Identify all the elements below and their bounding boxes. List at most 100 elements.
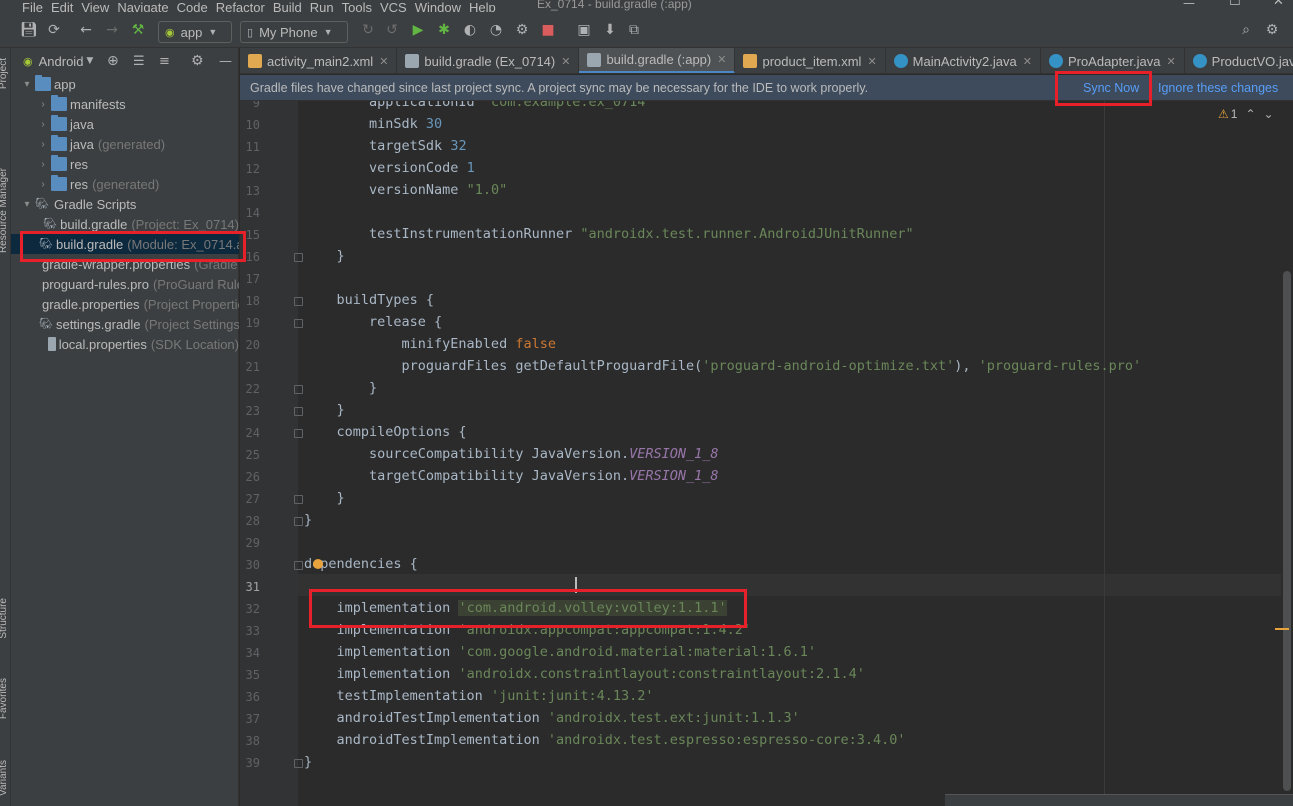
close-tab-icon[interactable]: ✕: [867, 55, 876, 68]
locate-icon[interactable]: ⊕: [107, 53, 119, 69]
tree-item[interactable]: ▾ app: [11, 74, 239, 94]
menu-view[interactable]: View: [81, 1, 109, 13]
run-icon[interactable]: ▶: [410, 22, 426, 38]
maximize-icon[interactable]: ☐: [1229, 0, 1241, 9]
coverage-icon[interactable]: ◐: [462, 22, 478, 38]
previous-highlight-icon[interactable]: ⌃: [1245, 107, 1255, 121]
make-project-icon[interactable]: ⚒: [130, 22, 146, 38]
run-config-select[interactable]: ◉ app ▼: [158, 21, 232, 43]
editor-tab[interactable]: ProductVO.java✕: [1185, 48, 1293, 73]
chevron-right-icon[interactable]: ›: [37, 119, 49, 130]
fold-marker-icon[interactable]: [294, 319, 303, 328]
device-select[interactable]: ▯ My Phone ▼: [240, 21, 348, 43]
tree-item[interactable]: gradle.properties(Project Properties): [11, 294, 239, 314]
menu-file[interactable]: File: [22, 1, 43, 13]
save-icon[interactable]: 💾︎: [20, 22, 38, 38]
intention-bulb-icon[interactable]: [313, 559, 323, 569]
apply-changes-icon[interactable]: ↺: [384, 22, 400, 38]
panel-options-gear-icon[interactable]: ⚙: [191, 53, 204, 69]
menu-vcs[interactable]: VCS: [380, 1, 407, 13]
inspection-widget[interactable]: ⚠ 1 ⌃ ⌄: [1218, 107, 1274, 121]
menu-refactor[interactable]: Refactor: [216, 1, 265, 13]
project-tool-button[interactable]: Project: [0, 58, 9, 89]
editor-tab[interactable]: build.gradle (:app) ✕: [579, 48, 736, 73]
favorites-tool-button[interactable]: Favorites: [0, 678, 9, 719]
menu-help[interactable]: Help: [469, 1, 496, 13]
sdk-manager-icon[interactable]: ⬇: [602, 22, 618, 38]
menu-edit[interactable]: Edit: [51, 1, 73, 13]
settings-gear-icon[interactable]: ⚙: [1264, 22, 1280, 38]
fold-marker-icon[interactable]: [294, 517, 303, 526]
tree-item[interactable]: local.properties (SDK Location): [11, 334, 239, 354]
menu-code[interactable]: Code: [177, 1, 208, 13]
code-token: VERSION_1_8: [629, 468, 719, 484]
tree-item[interactable]: 🐘︎ settings.gradle (Project Settings): [11, 314, 239, 334]
editor-tab[interactable]: activity_main2.xml ✕: [240, 48, 398, 73]
next-highlight-icon[interactable]: ⌄: [1264, 107, 1274, 121]
close-tab-icon[interactable]: ✕: [1023, 55, 1032, 68]
error-stripe-mark[interactable]: [1275, 628, 1289, 630]
menu-navigate[interactable]: Navigate: [117, 1, 168, 13]
attach-debugger-icon[interactable]: ⚙: [514, 22, 530, 38]
fold-marker-icon[interactable]: [294, 253, 303, 262]
minimize-icon[interactable]: —: [1183, 0, 1195, 10]
chevron-right-icon[interactable]: ›: [37, 159, 49, 170]
fold-marker-icon[interactable]: [294, 385, 303, 394]
back-arrow-icon[interactable]: ←: [78, 22, 94, 38]
resource-manager-tool-button[interactable]: Resource Manager: [0, 168, 9, 253]
editor-scrollbar[interactable]: [1281, 101, 1293, 806]
hide-panel-icon[interactable]: —: [219, 54, 232, 69]
device-manager-icon[interactable]: ▣: [576, 22, 592, 38]
fold-marker-icon[interactable]: [294, 759, 303, 768]
menu-run[interactable]: Run: [310, 1, 334, 13]
structure-tool-button[interactable]: Structure: [0, 598, 9, 639]
expand-all-icon[interactable]: ☰: [133, 54, 145, 69]
tree-item[interactable]: proguard-rules.pro(ProGuard Rules for Ex…: [11, 274, 239, 294]
ignore-changes-link[interactable]: Ignore these changes: [1158, 81, 1278, 95]
editor-tab[interactable]: product_item.xml ✕: [735, 48, 886, 73]
scrollbar-thumb[interactable]: [1283, 271, 1291, 791]
editor-tab[interactable]: build.gradle (Ex_0714) ✕: [397, 48, 580, 73]
stop-icon[interactable]: ■: [540, 22, 556, 38]
search-icon[interactable]: ⌕: [1238, 22, 1254, 38]
chevron-right-icon[interactable]: ›: [37, 99, 49, 110]
tree-item[interactable]: › java: [11, 114, 239, 134]
fold-marker-icon[interactable]: [294, 407, 303, 416]
close-tab-icon[interactable]: ✕: [1166, 55, 1175, 68]
close-tab-icon[interactable]: ✕: [561, 55, 570, 68]
close-window-icon[interactable]: ✕: [1273, 0, 1284, 9]
editor-tab[interactable]: MainActivity2.java ✕: [886, 48, 1041, 73]
chevron-down-icon: ▼: [323, 27, 333, 37]
close-tab-icon[interactable]: ✕: [717, 53, 726, 66]
tree-item[interactable]: › res (generated): [11, 174, 239, 194]
project-structure-icon[interactable]: ⧉: [626, 22, 642, 38]
fold-marker-icon[interactable]: [294, 297, 303, 306]
menu-window[interactable]: Window: [415, 1, 461, 13]
chevron-down-icon[interactable]: ▾: [21, 79, 33, 90]
chevron-down-icon[interactable]: ▾: [21, 199, 33, 210]
menu-build[interactable]: Build: [273, 1, 302, 13]
close-tab-icon[interactable]: ✕: [379, 55, 388, 68]
chevron-down-icon[interactable]: ▼: [86, 56, 93, 66]
fold-marker-icon[interactable]: [294, 561, 303, 570]
tree-item[interactable]: › manifests: [11, 94, 239, 114]
rerun-icon[interactable]: ↻: [360, 22, 376, 38]
tree-item[interactable]: › res: [11, 154, 239, 174]
tree-item[interactable]: ▾ 🐘︎ Gradle Scripts: [11, 194, 239, 214]
collapse-all-icon[interactable]: ≡: [159, 54, 170, 69]
forward-arrow-icon[interactable]: →: [104, 22, 120, 38]
code-editor[interactable]: 9 10 11 12 13 14 15 16 17 18 19 20 21 22 23 24 25 26 27 28 2…: [240, 101, 1293, 806]
profile-icon[interactable]: ◔: [488, 22, 504, 38]
menu-tools[interactable]: Tools: [342, 1, 372, 13]
sync-icon[interactable]: ⟳: [46, 22, 62, 38]
chevron-right-icon[interactable]: ›: [37, 139, 49, 150]
class-icon: [893, 54, 908, 68]
tree-item[interactable]: › java (generated): [11, 134, 239, 154]
project-view-select[interactable]: Android: [39, 54, 84, 69]
fold-marker-icon[interactable]: [294, 495, 303, 504]
fold-marker-icon[interactable]: [294, 429, 303, 438]
code-line: implementation 'com.google.android.mater…: [304, 644, 817, 660]
chevron-right-icon[interactable]: ›: [37, 179, 49, 190]
debug-icon[interactable]: ✱: [436, 22, 452, 38]
build-variants-tool-button[interactable]: Variants: [0, 760, 9, 796]
